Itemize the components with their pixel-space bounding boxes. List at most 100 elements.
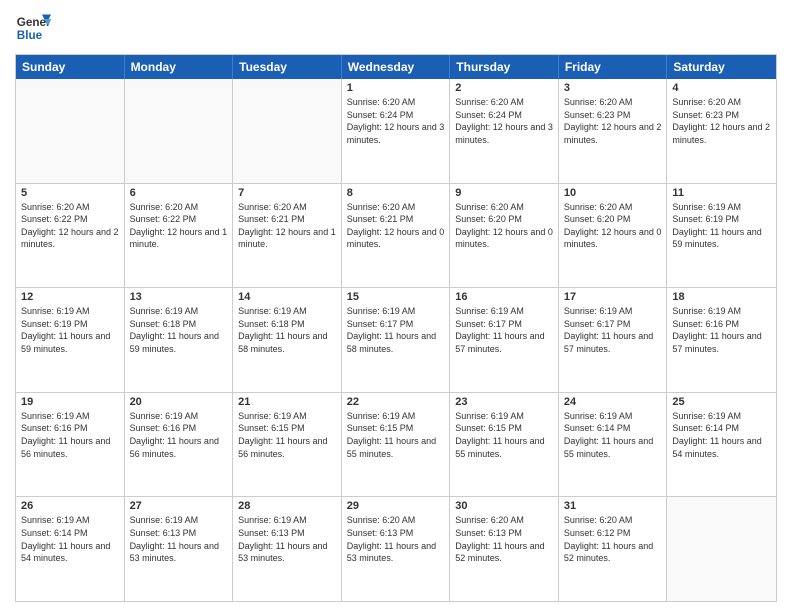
day-cell-25: 25Sunrise: 6:19 AM Sunset: 6:14 PM Dayli… (667, 393, 776, 497)
day-cell-19: 19 Sunrise: 6:19 AM Sunset: 6:16 PM Dayli… (16, 393, 125, 497)
day-cell-18: 18Sunrise: 6:19 AM Sunset: 6:16 PM Dayli… (667, 288, 776, 392)
empty-cell (125, 79, 234, 183)
calendar-row-1: 1 Sunrise: 6:20 AM Sunset: 6:24 PM Daylig… (16, 79, 776, 183)
day-cell-27: 27 Sunrise: 6:19 AM Sunset: 6:13 PM Dayli… (125, 497, 234, 601)
day-cell-23: 23 Sunrise: 6:19 AM Sunset: 6:15 PM Dayli… (450, 393, 559, 497)
header-day-saturday: Saturday (667, 55, 776, 79)
day-info: Sunrise: 6:20 AM Sunset: 6:21 PM Dayligh… (347, 201, 445, 251)
header-day-tuesday: Tuesday (233, 55, 342, 79)
day-info: Sunrise: 6:19 AM Sunset: 6:19 PM Dayligh… (21, 305, 119, 355)
day-cell-6: 6 Sunrise: 6:20 AM Sunset: 6:22 PM Daylig… (125, 184, 234, 288)
day-cell-11: 11Sunrise: 6:19 AM Sunset: 6:19 PM Dayli… (667, 184, 776, 288)
header-day-thursday: Thursday (450, 55, 559, 79)
day-number: 28 (238, 500, 336, 512)
day-info: Sunrise: 6:19 AM Sunset: 6:17 PM Dayligh… (455, 305, 553, 355)
day-number: 5 (21, 187, 119, 199)
calendar-row-3: 12 Sunrise: 6:19 AM Sunset: 6:19 PM Dayli… (16, 287, 776, 392)
day-cell-30: 30 Sunrise: 6:20 AM Sunset: 6:13 PM Dayli… (450, 497, 559, 601)
day-info: Sunrise: 6:20 AM Sunset: 6:22 PM Dayligh… (21, 201, 119, 251)
day-cell-7: 7 Sunrise: 6:20 AM Sunset: 6:21 PM Daylig… (233, 184, 342, 288)
day-info: Sunrise: 6:19 AM Sunset: 6:16 PM Dayligh… (130, 410, 228, 460)
day-cell-10: 10 Sunrise: 6:20 AM Sunset: 6:20 PM Dayli… (559, 184, 668, 288)
day-number: 12 (21, 291, 119, 303)
calendar-row-2: 5 Sunrise: 6:20 AM Sunset: 6:22 PM Daylig… (16, 183, 776, 288)
day-cell-16: 16 Sunrise: 6:19 AM Sunset: 6:17 PM Dayli… (450, 288, 559, 392)
day-number: 27 (130, 500, 228, 512)
day-info: Sunrise: 6:20 AM Sunset: 6:12 PM Dayligh… (564, 514, 662, 564)
day-info: Sunrise: 6:19 AM Sunset: 6:16 PM Dayligh… (21, 410, 119, 460)
day-number: 30 (455, 500, 553, 512)
empty-cell (233, 79, 342, 183)
day-info: Sunrise: 6:19 AM Sunset: 6:14 PM Dayligh… (564, 410, 662, 460)
calendar-row-4: 19 Sunrise: 6:19 AM Sunset: 6:16 PM Dayli… (16, 392, 776, 497)
day-cell-17: 17Sunrise: 6:19 AM Sunset: 6:17 PM Dayli… (559, 288, 668, 392)
day-number: 29 (347, 500, 445, 512)
header-day-monday: Monday (125, 55, 234, 79)
day-cell-9: 9Sunrise: 6:20 AM Sunset: 6:20 PM Daylig… (450, 184, 559, 288)
calendar-row-5: 26 Sunrise: 6:19 AM Sunset: 6:14 PM Dayli… (16, 496, 776, 601)
day-number: 1 (347, 82, 445, 94)
day-number: 3 (564, 82, 662, 94)
day-info: Sunrise: 6:19 AM Sunset: 6:13 PM Dayligh… (130, 514, 228, 564)
day-number: 20 (130, 396, 228, 408)
day-info: Sunrise: 6:19 AM Sunset: 6:14 PM Dayligh… (21, 514, 119, 564)
day-number: 21 (238, 396, 336, 408)
day-info: Sunrise: 6:19 AM Sunset: 6:15 PM Dayligh… (347, 410, 445, 460)
day-number: 16 (455, 291, 553, 303)
day-cell-15: 15Sunrise: 6:19 AM Sunset: 6:17 PM Dayli… (342, 288, 451, 392)
day-info: Sunrise: 6:20 AM Sunset: 6:24 PM Dayligh… (347, 96, 445, 146)
day-cell-2: 2 Sunrise: 6:20 AM Sunset: 6:24 PM Daylig… (450, 79, 559, 183)
day-number: 25 (672, 396, 771, 408)
day-cell-31: 31 Sunrise: 6:20 AM Sunset: 6:12 PM Dayli… (559, 497, 668, 601)
day-number: 23 (455, 396, 553, 408)
logo: General Blue (15, 10, 51, 46)
calendar-header: SundayMondayTuesdayWednesdayThursdayFrid… (16, 55, 776, 79)
day-number: 26 (21, 500, 119, 512)
day-info: Sunrise: 6:19 AM Sunset: 6:13 PM Dayligh… (238, 514, 336, 564)
day-info: Sunrise: 6:20 AM Sunset: 6:20 PM Dayligh… (564, 201, 662, 251)
day-number: 4 (672, 82, 771, 94)
day-info: Sunrise: 6:19 AM Sunset: 6:17 PM Dayligh… (564, 305, 662, 355)
day-cell-24: 24 Sunrise: 6:19 AM Sunset: 6:14 PM Dayli… (559, 393, 668, 497)
day-cell-8: 8 Sunrise: 6:20 AM Sunset: 6:21 PM Daylig… (342, 184, 451, 288)
day-info: Sunrise: 6:19 AM Sunset: 6:15 PM Dayligh… (455, 410, 553, 460)
day-number: 22 (347, 396, 445, 408)
day-number: 2 (455, 82, 553, 94)
header-day-sunday: Sunday (16, 55, 125, 79)
calendar: SundayMondayTuesdayWednesdayThursdayFrid… (15, 54, 777, 602)
empty-cell (667, 497, 776, 601)
day-number: 8 (347, 187, 445, 199)
day-info: Sunrise: 6:20 AM Sunset: 6:23 PM Dayligh… (672, 96, 771, 146)
day-info: Sunrise: 6:19 AM Sunset: 6:18 PM Dayligh… (238, 305, 336, 355)
header-day-wednesday: Wednesday (342, 55, 451, 79)
day-info: Sunrise: 6:20 AM Sunset: 6:23 PM Dayligh… (564, 96, 662, 146)
day-number: 6 (130, 187, 228, 199)
day-number: 11 (672, 187, 771, 199)
day-info: Sunrise: 6:20 AM Sunset: 6:13 PM Dayligh… (455, 514, 553, 564)
day-info: Sunrise: 6:20 AM Sunset: 6:20 PM Dayligh… (455, 201, 553, 251)
day-cell-3: 3 Sunrise: 6:20 AM Sunset: 6:23 PM Daylig… (559, 79, 668, 183)
day-cell-21: 21Sunrise: 6:19 AM Sunset: 6:15 PM Dayli… (233, 393, 342, 497)
day-info: Sunrise: 6:19 AM Sunset: 6:18 PM Dayligh… (130, 305, 228, 355)
day-cell-1: 1 Sunrise: 6:20 AM Sunset: 6:24 PM Daylig… (342, 79, 451, 183)
header-day-friday: Friday (559, 55, 668, 79)
day-number: 31 (564, 500, 662, 512)
day-info: Sunrise: 6:20 AM Sunset: 6:21 PM Dayligh… (238, 201, 336, 251)
day-cell-14: 14Sunrise: 6:19 AM Sunset: 6:18 PM Dayli… (233, 288, 342, 392)
day-number: 24 (564, 396, 662, 408)
svg-text:Blue: Blue (17, 29, 43, 42)
day-info: Sunrise: 6:19 AM Sunset: 6:17 PM Dayligh… (347, 305, 445, 355)
day-cell-20: 20 Sunrise: 6:19 AM Sunset: 6:16 PM Dayli… (125, 393, 234, 497)
day-number: 13 (130, 291, 228, 303)
day-number: 7 (238, 187, 336, 199)
day-number: 18 (672, 291, 771, 303)
day-cell-22: 22 Sunrise: 6:19 AM Sunset: 6:15 PM Dayli… (342, 393, 451, 497)
day-info: Sunrise: 6:20 AM Sunset: 6:22 PM Dayligh… (130, 201, 228, 251)
day-number: 19 (21, 396, 119, 408)
day-number: 10 (564, 187, 662, 199)
day-cell-12: 12 Sunrise: 6:19 AM Sunset: 6:19 PM Dayli… (16, 288, 125, 392)
day-cell-13: 13 Sunrise: 6:19 AM Sunset: 6:18 PM Dayli… (125, 288, 234, 392)
day-info: Sunrise: 6:20 AM Sunset: 6:24 PM Dayligh… (455, 96, 553, 146)
day-cell-26: 26 Sunrise: 6:19 AM Sunset: 6:14 PM Dayli… (16, 497, 125, 601)
day-cell-4: 4 Sunrise: 6:20 AM Sunset: 6:23 PM Daylig… (667, 79, 776, 183)
